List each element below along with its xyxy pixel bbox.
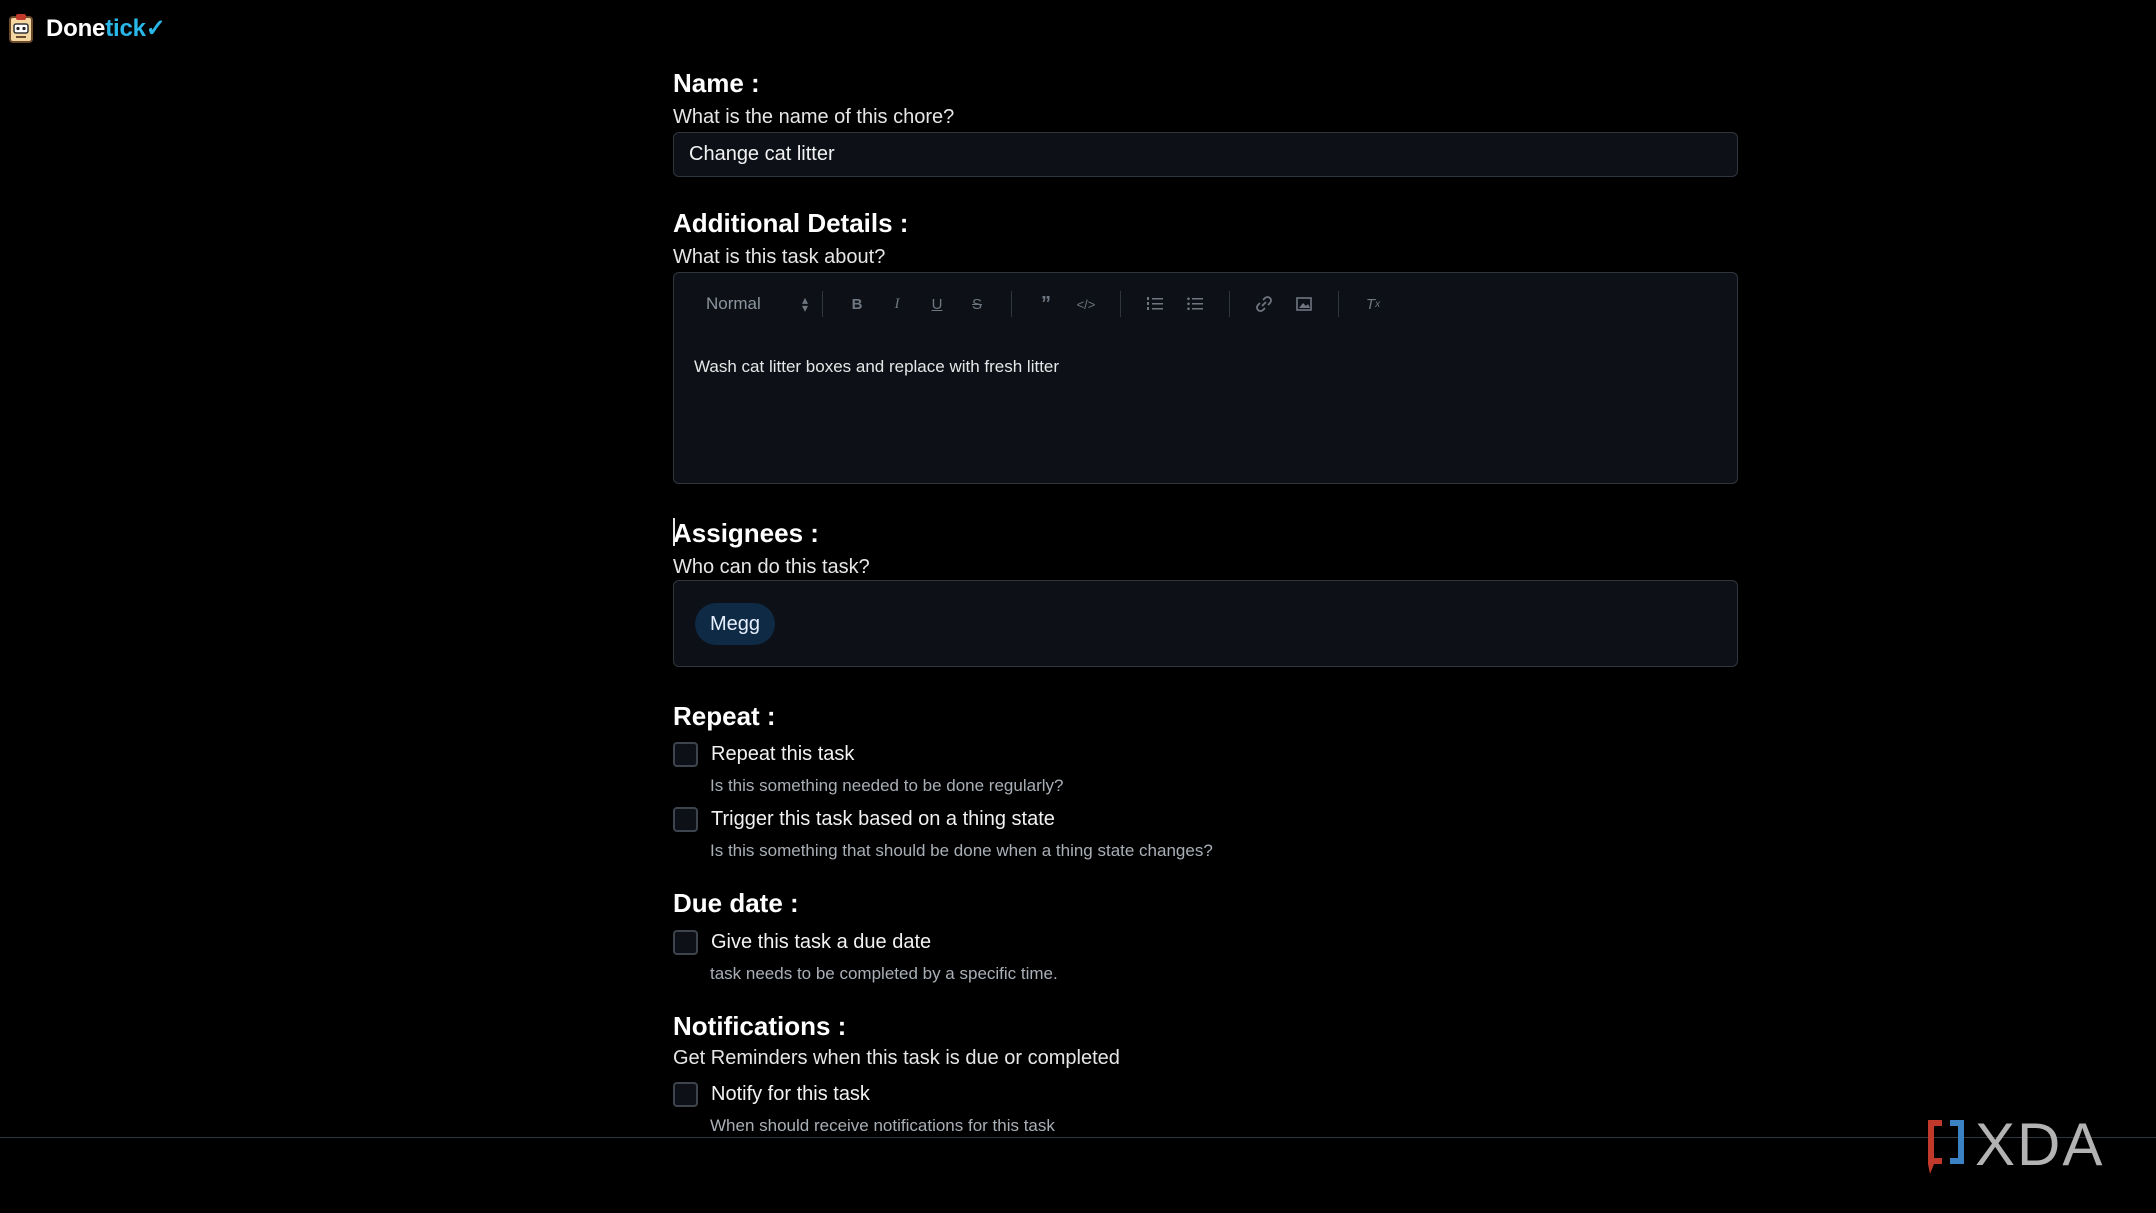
repeat-task-help: Is this something needed to be done regu…: [710, 776, 1064, 795]
xda-logo-icon: [1928, 1119, 1964, 1174]
image-icon[interactable]: [1291, 291, 1317, 317]
toolbar-divider: [822, 291, 823, 317]
due-date-label: Give this task a due date: [711, 931, 932, 953]
app-brand[interactable]: Donetick✓: [46, 14, 166, 43]
select-arrows-icon: ▴ ▾: [801, 293, 808, 315]
ordered-list-icon[interactable]: [1142, 291, 1168, 317]
underline-icon[interactable]: U: [924, 291, 950, 317]
details-editor-text[interactable]: Wash cat litter boxes and replace with f…: [694, 357, 1059, 377]
toolbar-divider: [1120, 291, 1121, 317]
strike-icon[interactable]: S: [964, 291, 990, 317]
assignees-subtitle: Who can do this task?: [673, 556, 870, 578]
trigger-task-option[interactable]: Trigger this task based on a thing state: [673, 807, 1055, 832]
format-select-value: Normal: [706, 294, 761, 313]
notifications-title: Notifications :: [673, 1011, 847, 1041]
repeat-task-checkbox[interactable]: [673, 742, 698, 767]
format-select[interactable]: Normal ▴ ▾: [696, 289, 808, 319]
notify-checkbox[interactable]: [673, 1082, 698, 1107]
notify-label: Notify for this task: [711, 1083, 870, 1105]
notify-help: When should receive notifications for th…: [710, 1116, 1055, 1135]
repeat-task-option[interactable]: Repeat this task: [673, 742, 854, 767]
brand-tick: tick: [105, 14, 146, 42]
code-icon[interactable]: </>: [1073, 291, 1099, 317]
notifications-subtitle: Get Reminders when this task is due or c…: [673, 1047, 1120, 1069]
name-input[interactable]: [673, 132, 1738, 177]
details-title: Additional Details :: [673, 208, 909, 238]
name-subtitle: What is the name of this chore?: [673, 106, 955, 128]
name-title: Name :: [673, 68, 760, 98]
assignee-chip[interactable]: Megg: [695, 603, 776, 645]
app-bar: Donetick✓: [0, 0, 2156, 56]
notify-option[interactable]: Notify for this task: [673, 1082, 870, 1107]
trigger-task-help: Is this something that should be done wh…: [710, 841, 1213, 860]
brand-check: ✓: [145, 14, 166, 42]
details-editor[interactable]: Normal ▴ ▾ B I U S ” </> T x Wash cat li…: [673, 272, 1738, 484]
due-date-checkbox[interactable]: [673, 930, 698, 955]
brand-done: Done: [46, 14, 106, 42]
toolbar-divider: [1338, 291, 1339, 317]
bullet-list-icon[interactable]: [1182, 291, 1208, 317]
assignees-select[interactable]: Megg: [673, 580, 1738, 667]
editor-toolbar: Normal ▴ ▾ B I U S ” </> T x: [674, 287, 1737, 321]
due-date-option[interactable]: Give this task a due date: [673, 930, 931, 955]
quote-icon[interactable]: ”: [1033, 291, 1059, 317]
repeat-title: Repeat :: [673, 701, 776, 731]
assignees-title: Assignees :: [673, 518, 819, 548]
trigger-task-checkbox[interactable]: [673, 807, 698, 832]
repeat-task-label: Repeat this task: [711, 743, 855, 765]
toolbar-divider: [1229, 291, 1230, 317]
link-icon[interactable]: [1251, 291, 1277, 317]
details-subtitle: What is this task about?: [673, 246, 886, 268]
robot-clipboard-icon[interactable]: [8, 13, 34, 43]
toolbar-divider: [1011, 291, 1012, 317]
xda-watermark-text: XDA: [1975, 1111, 2105, 1178]
bottom-divider: [0, 1137, 2156, 1138]
bold-icon[interactable]: B: [844, 291, 870, 317]
due-date-help: task needs to be completed by a specific…: [710, 964, 1058, 983]
italic-icon[interactable]: I: [884, 291, 910, 317]
trigger-task-label: Trigger this task based on a thing state: [711, 808, 1055, 830]
xda-watermark: XDA: [1920, 1110, 2104, 1179]
due-date-title: Due date :: [673, 888, 799, 918]
clear-format-icon[interactable]: Tx: [1360, 291, 1386, 317]
